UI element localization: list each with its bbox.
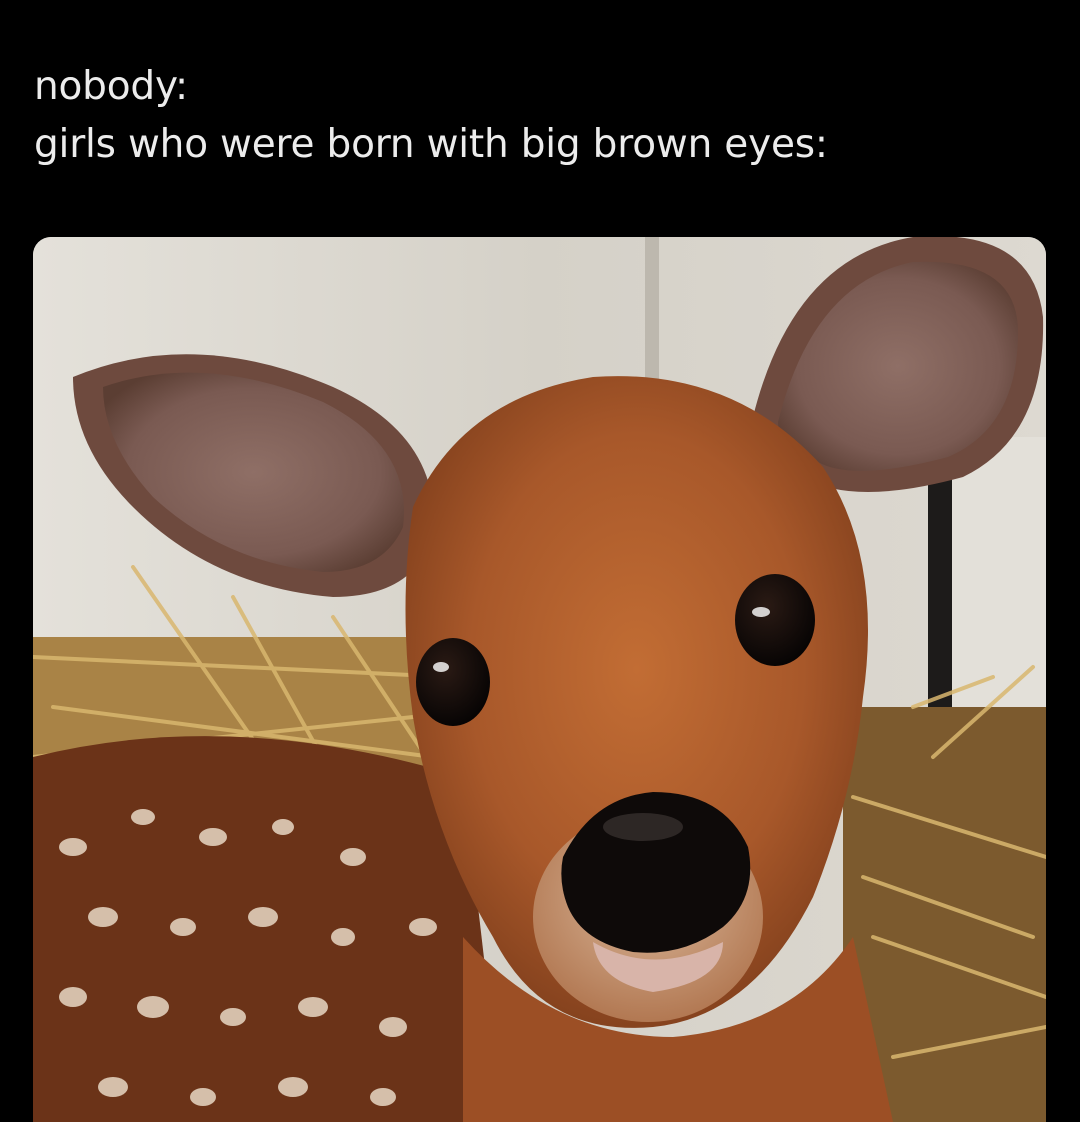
right-eye-highlight xyxy=(752,607,770,617)
nose-sheen xyxy=(603,813,683,841)
right-eye xyxy=(735,574,815,666)
fawn-photo xyxy=(33,237,1046,1122)
meme-caption: nobody: girls who were born with big bro… xyxy=(34,58,828,174)
caption-line-girls: girls who were born with big brown eyes: xyxy=(34,122,828,167)
caption-line-nobody: nobody: xyxy=(34,64,188,109)
left-eye xyxy=(416,638,490,726)
fawn-illustration xyxy=(33,237,1046,1122)
left-eye-highlight xyxy=(433,662,449,672)
